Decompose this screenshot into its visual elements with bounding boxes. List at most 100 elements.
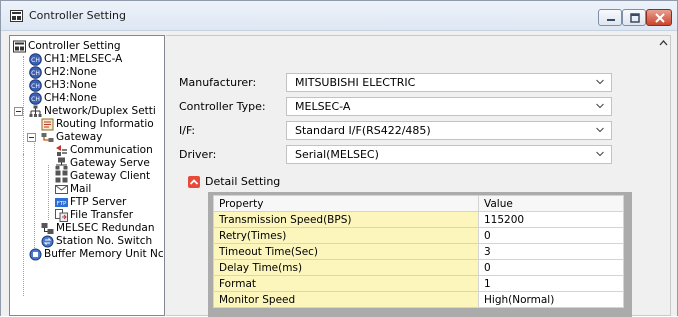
table-row[interactable]: Delay Time(ms) 0 [213,259,624,276]
chevron-down-icon [596,79,604,85]
table-row[interactable]: Format 1 [213,275,624,292]
driver-select[interactable]: Serial(MELSEC) [286,145,612,164]
if-value: Standard I/F(RS422/485) [295,124,431,137]
buffer-memory-icon [29,248,42,261]
scroll-up-icon[interactable] [659,39,668,47]
maximize-button[interactable] [622,9,646,26]
network-icon [29,105,42,117]
property-cell: Timeout Time(Sec) [213,243,479,260]
property-cell: Format [213,275,479,292]
channel-icon: CH [29,66,42,79]
chevron-down-icon [596,103,604,109]
ftp-server-icon: FTP [55,198,68,207]
channel-icon: CH [29,53,42,66]
property-cell: Retry(Times) [213,227,479,244]
tree-item-label: Gateway Client [70,170,151,182]
tree-item-label: Network/Duplex Setti [44,105,156,117]
table-row[interactable]: Retry(Times) 0 [213,227,624,244]
tree-item-label: Routing Informatio [56,118,154,130]
manufacturer-value: MITSUBISHI ELECTRIC [295,76,416,89]
dialog-body: Controller Setting CH CH1:MELSEC-A CH CH… [1,32,677,317]
driver-value: Serial(MELSEC) [295,148,379,161]
tree-item-label: CH4:None [44,92,97,104]
chevron-down-icon [596,151,604,157]
property-cell: Monitor Speed [213,291,479,308]
value-cell[interactable]: 0 [478,227,624,244]
if-select[interactable]: Standard I/F(RS422/485) [286,121,612,140]
value-cell[interactable]: 1 [478,275,624,292]
tree-connector [48,165,49,220]
mail-icon [55,185,68,194]
collapse-icon [189,179,199,185]
gateway-server-icon [55,157,68,170]
tree-item-label: Mail [70,183,92,195]
tree-item-label: CH2:None [44,66,97,78]
tree-item-label: FTP Server [70,196,127,208]
if-label: I/F: [179,124,196,137]
detail-setting-toggle[interactable] [188,176,200,188]
station-switch-icon [41,235,54,248]
close-button[interactable] [646,9,672,26]
channel-icon: CH [29,92,42,105]
tree-item-label: File Transfer [70,209,134,221]
close-icon [655,13,665,23]
detail-setting-label: Detail Setting [205,175,281,188]
controller-setting-icon [13,40,26,53]
table-row[interactable]: Timeout Time(Sec) 3 [213,243,624,260]
value-cell[interactable]: 115200 [478,211,624,228]
tree-expander[interactable] [14,107,23,116]
communication-icon [56,145,67,156]
redundant-icon [41,223,54,234]
manufacturer-select[interactable]: MITSUBISHI ELECTRIC [286,73,612,92]
controller-type-value: MELSEC-A [295,100,351,113]
maximize-icon [630,13,640,23]
routing-icon [41,118,54,131]
channel-settings-panel: Manufacturer: MITSUBISHI ELECTRIC Contro… [166,35,671,317]
tree-item-label: Communication [70,144,153,156]
file-transfer-icon [55,209,68,222]
gateway-client-icon [55,170,68,183]
driver-label: Driver: [179,148,217,161]
svg-text:CH: CH [31,83,40,90]
property-cell: Transmission Speed(BPS) [213,211,479,228]
tree-connector [23,154,24,254]
controller-setting-window: Controller Setting Controller Setting CH… [0,0,678,317]
tree-connector [34,140,35,248]
property-cell: Delay Time(ms) [213,259,479,276]
tree-item-label: Gateway [56,131,103,143]
tree-item-label: MELSEC Redundan [56,222,155,234]
window-title: Controller Setting [29,9,126,22]
svg-text:CH: CH [31,57,40,64]
property-table: Property Value Transmission Speed(BPS) 1… [213,195,624,308]
minimize-button[interactable] [598,9,622,26]
gateway-icon [41,133,54,142]
channel-icon: CH [29,79,42,92]
value-cell[interactable]: 3 [478,243,624,260]
tree-item-label: Station No. Switch [56,235,153,247]
tree-expander[interactable] [27,133,36,142]
controller-type-select[interactable]: MELSEC-A [286,97,612,116]
ftp-badge-text: FTP [57,201,67,207]
table-row[interactable]: Transmission Speed(BPS) 115200 [213,211,624,228]
tree-item-label: CH1:MELSEC-A [44,53,123,65]
tree-item-label: Buffer Memory Unit Nc [44,248,164,260]
chevron-down-icon [596,127,604,133]
settings-tree[interactable]: Controller Setting CH CH1:MELSEC-A CH CH… [9,35,165,316]
svg-text:CH: CH [31,70,40,77]
controller-type-label: Controller Type: [179,100,266,113]
table-row[interactable]: Monitor Speed High(Normal) [213,291,624,308]
manufacturer-label: Manufacturer: [179,76,257,89]
column-header-property: Property [213,195,479,212]
column-header-value: Value [478,195,624,212]
tree-item-label: Controller Setting [28,40,121,53]
value-cell[interactable]: High(Normal) [478,291,624,308]
title-bar[interactable]: Controller Setting [1,1,677,31]
value-cell[interactable]: 0 [478,259,624,276]
minimize-icon [607,19,615,21]
detail-setting-grid: Property Value Transmission Speed(BPS) 1… [208,192,632,317]
tree-item-label: Gateway Serve [70,157,150,169]
controller-setting-icon [10,10,23,22]
table-header-row: Property Value [213,195,624,212]
tree-item-label: CH3:None [44,79,97,91]
svg-text:CH: CH [31,96,40,103]
